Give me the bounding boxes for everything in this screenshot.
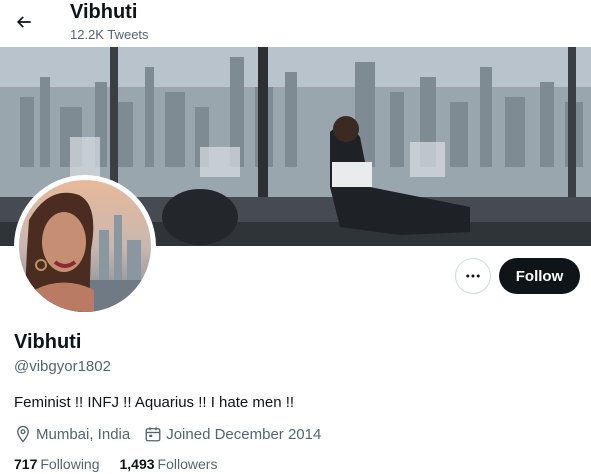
follow-stats: 717 Following 1,493 Followers — [14, 456, 237, 472]
following-count: 717 — [14, 456, 38, 472]
joined-text: Joined December 2014 — [166, 425, 322, 443]
profile-meta: Mumbai, India Joined December 2014 — [14, 425, 335, 443]
followers-label: Followers — [157, 456, 218, 472]
arrow-left-icon — [16, 16, 31, 28]
calendar-icon — [145, 427, 161, 442]
location-item: Mumbai, India — [14, 425, 130, 443]
joined-item: Joined December 2014 — [144, 425, 321, 443]
following-label: Following — [40, 456, 100, 472]
display-name: Vibhuti — [14, 331, 82, 353]
follow-button[interactable]: Follow — [499, 258, 580, 294]
user-handle: @vibgyor1802 — [14, 358, 111, 375]
location-pin-icon — [17, 425, 29, 443]
avatar[interactable] — [14, 175, 156, 317]
header-title: Vibhuti — [70, 1, 138, 23]
location-text: Mumbai, India — [36, 425, 131, 443]
profile-bio: Feminist !! INFJ !! Aquarius !! I hate m… — [14, 394, 295, 411]
following-link[interactable]: 717 Following — [14, 456, 100, 472]
tweet-count: 12.2K Tweets — [70, 27, 149, 42]
avatar-image — [19, 180, 151, 312]
more-horizontal-icon — [466, 274, 480, 278]
back-button[interactable] — [8, 6, 40, 38]
followers-link[interactable]: 1,493 Followers — [120, 456, 218, 472]
top-bar: Vibhuti 12.2K Tweets — [0, 0, 591, 47]
more-options-button[interactable] — [455, 258, 491, 294]
followers-count: 1,493 — [119, 456, 155, 472]
